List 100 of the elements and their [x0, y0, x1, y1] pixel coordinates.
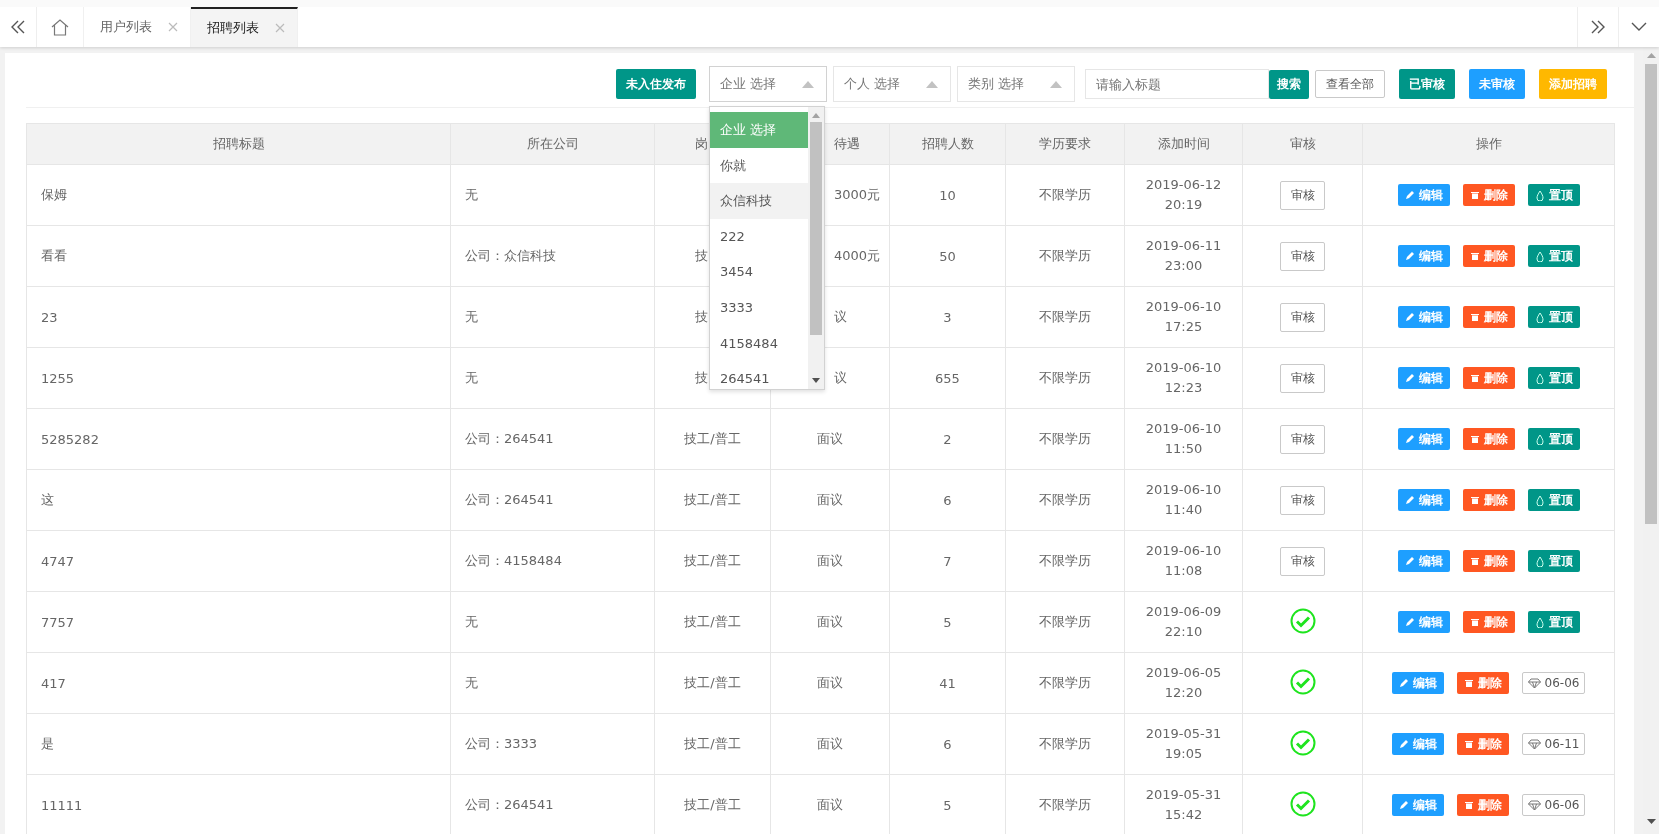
review-button[interactable]: 审核 — [1280, 485, 1325, 515]
column-header: 岗 — [695, 136, 708, 151]
pin-top-button[interactable]: 置顶 — [1527, 489, 1580, 511]
dropdown-option[interactable]: 3333 — [710, 289, 808, 326]
table-cell: 不限学历 — [1039, 736, 1091, 751]
page-tab[interactable]: 招聘列表 — [191, 7, 298, 47]
search-field[interactable]: 请输入标题 — [1085, 69, 1269, 99]
edit-button[interactable]: 编辑 — [1397, 245, 1450, 267]
select-field[interactable]: 类别 选择 — [957, 66, 1075, 102]
pin-top-button[interactable]: 置顶 — [1527, 184, 1580, 206]
trash-icon — [1469, 312, 1480, 322]
delete-button[interactable]: 删除 — [1462, 245, 1515, 267]
table-cell: 面议 — [817, 797, 843, 812]
edit-button[interactable]: 编辑 — [1391, 794, 1444, 816]
dropdown-option[interactable]: 你就 — [710, 147, 808, 184]
delete-button[interactable]: 删除 — [1456, 733, 1509, 755]
delete-button[interactable]: 删除 — [1462, 550, 1515, 572]
trash-icon — [1469, 617, 1480, 627]
table-cell: 417 — [41, 675, 66, 691]
table-cell: 面议 — [817, 736, 843, 751]
edit-button[interactable]: 编辑 — [1391, 672, 1444, 694]
publish-button[interactable]: 未入住发布 — [616, 69, 696, 99]
delete-button[interactable]: 删除 — [1456, 794, 1509, 816]
date-time: 2019-06-10 12:23 — [1145, 359, 1222, 397]
edit-button[interactable]: 编辑 — [1397, 489, 1450, 511]
date-time: 2019-05-31 19:05 — [1145, 725, 1222, 763]
delete-button[interactable]: 删除 — [1456, 672, 1509, 694]
table-cell: 11111 — [41, 797, 83, 813]
scroll-down-icon[interactable] — [1646, 819, 1656, 824]
delete-button[interactable]: 删除 — [1462, 428, 1515, 450]
caret-icon — [926, 80, 938, 88]
review-button[interactable]: 审核 — [1280, 546, 1325, 576]
table-cell: 技工/普工 — [684, 614, 741, 629]
table-cell: 3000元 — [834, 187, 881, 202]
tab-label: 用户列表 — [100, 18, 152, 36]
table-cell: 4000元 — [834, 248, 881, 263]
pin-top-button[interactable]: 置顶 — [1527, 611, 1580, 633]
edit-button[interactable]: 编辑 — [1391, 733, 1444, 755]
search-button[interactable]: 搜索 — [1269, 69, 1309, 99]
select-field[interactable]: 企业 选择 — [709, 66, 827, 102]
dropdown-option[interactable]: 264541 — [710, 361, 808, 397]
review-button[interactable]: 审核 — [1280, 302, 1325, 332]
date-time: 2019-05-31 15:42 — [1145, 786, 1222, 824]
chevron-down-icon — [1631, 22, 1647, 32]
edit-button[interactable]: 编辑 — [1397, 306, 1450, 328]
pencil-icon — [1398, 678, 1409, 688]
dropdown-option[interactable]: 222 — [710, 218, 808, 255]
dropdown-option[interactable]: 企业 选择 — [710, 112, 808, 148]
pin-top-button[interactable]: 置顶 — [1527, 367, 1580, 389]
dropdown-option[interactable]: 4158484 — [710, 325, 808, 362]
review-button[interactable]: 审核 — [1280, 363, 1325, 393]
table-cell: 6 — [943, 736, 952, 752]
scrollbar[interactable] — [808, 107, 824, 389]
delete-button[interactable]: 删除 — [1462, 489, 1515, 511]
pin-top-button[interactable]: 置顶 — [1527, 428, 1580, 450]
date-time: 2019-06-12 20:19 — [1145, 176, 1222, 214]
view-all-button[interactable]: 查看全部 — [1315, 70, 1385, 98]
delete-button[interactable]: 删除 — [1462, 306, 1515, 328]
table-cell: 不限学历 — [1039, 614, 1091, 629]
filter-button[interactable]: 已审核 — [1399, 69, 1455, 99]
column-header: 操作 — [1475, 136, 1502, 151]
close-icon[interactable] — [168, 22, 178, 32]
pin-top-button[interactable]: 置顶 — [1527, 550, 1580, 572]
edit-button[interactable]: 编辑 — [1397, 550, 1450, 572]
dropdown-option[interactable]: 3454 — [710, 254, 808, 290]
scroll-down-icon[interactable] — [812, 378, 820, 383]
trash-icon — [1469, 373, 1480, 383]
table-cell: 技 — [695, 370, 708, 385]
review-button[interactable]: 审核 — [1280, 424, 1325, 454]
table-cell: 不限学历 — [1039, 797, 1091, 812]
table-cell: 655 — [935, 370, 960, 386]
table-cell: 公司：众信科技 — [465, 248, 556, 263]
delete-button[interactable]: 删除 — [1462, 184, 1515, 206]
column-header: 招聘人数 — [921, 136, 974, 151]
home-icon — [51, 18, 69, 36]
review-button[interactable]: 审核 — [1280, 180, 1325, 210]
filter-button[interactable]: 未审核 — [1469, 69, 1525, 99]
review-button[interactable]: 审核 — [1280, 241, 1325, 271]
table-cell: 50 — [939, 248, 956, 264]
double-chevron-right-icon — [1590, 20, 1606, 34]
dropdown-option[interactable]: 众信科技 — [710, 183, 808, 219]
scroll-up-icon[interactable] — [812, 113, 820, 118]
edit-button[interactable]: 编辑 — [1397, 611, 1450, 633]
select-field[interactable]: 个人 选择 — [833, 66, 951, 102]
edit-button[interactable]: 编辑 — [1397, 184, 1450, 206]
scroll-up-icon[interactable] — [1646, 53, 1656, 58]
table-cell: 5 — [943, 797, 952, 813]
close-icon[interactable] — [275, 23, 285, 33]
table-cell: 公司：264541 — [465, 431, 554, 446]
table-cell: 公司：264541 — [465, 797, 554, 812]
date-time: 2019-06-11 23:00 — [1145, 237, 1222, 275]
edit-button[interactable]: 编辑 — [1397, 428, 1450, 450]
table-cell: 无 — [465, 187, 478, 202]
pinned-date: 06-06 — [1521, 794, 1586, 816]
pin-top-button[interactable]: 置顶 — [1527, 306, 1580, 328]
date-time: 2019-06-10 17:25 — [1145, 298, 1222, 336]
edit-button[interactable]: 编辑 — [1397, 367, 1450, 389]
delete-button[interactable]: 删除 — [1462, 367, 1515, 389]
pin-top-button[interactable]: 置顶 — [1527, 245, 1580, 267]
delete-button[interactable]: 删除 — [1462, 611, 1515, 633]
